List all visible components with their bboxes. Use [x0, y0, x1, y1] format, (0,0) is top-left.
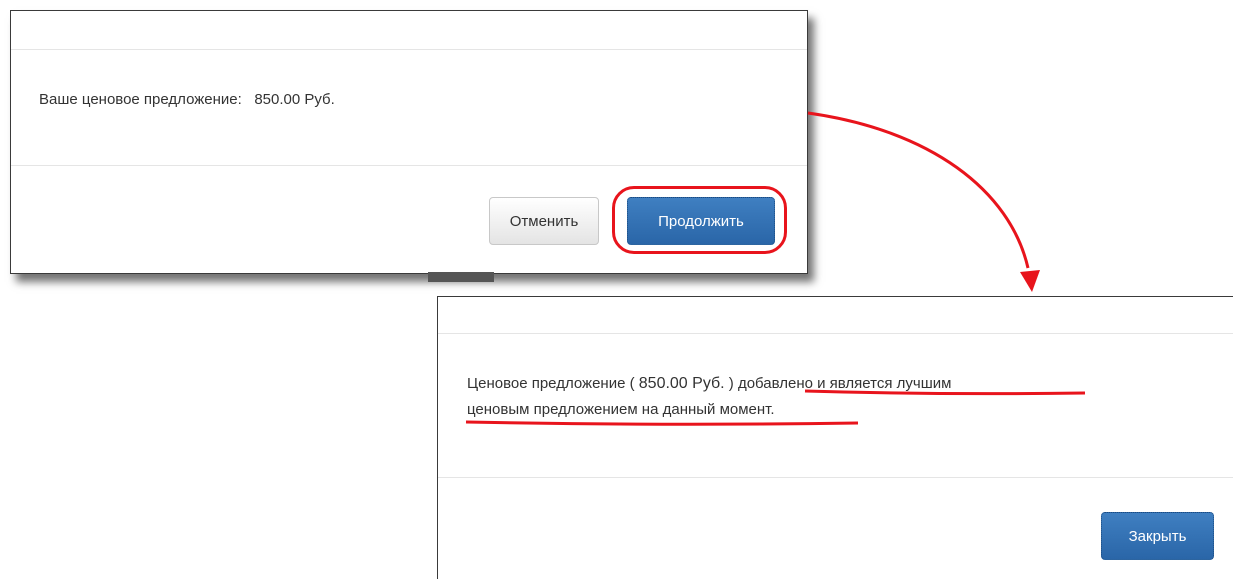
- screenshot-stage: Ваше ценовое предложение: 850.00 Руб. От…: [0, 0, 1233, 579]
- confirmation-dialog-footer-divider: [438, 477, 1233, 478]
- offer-dialog-body: Ваше ценовое предложение: 850.00 Руб.: [39, 91, 335, 108]
- confirmation-suffix-1: ) добавлено и является лучшим: [728, 375, 952, 392]
- background-dark-tab: [428, 272, 494, 282]
- offer-dialog-footer-divider: [11, 165, 807, 166]
- offer-amount: 850.00 Руб.: [254, 91, 335, 108]
- confirmation-amount: 850.00 Руб.: [638, 375, 725, 392]
- annotation-curved-arrow: [807, 111, 1030, 269]
- confirmation-dialog: Ценовое предложение ( 850.00 Руб. ) доба…: [437, 296, 1233, 579]
- annotation-arrow-head: [1020, 270, 1040, 292]
- offer-label: Ваше ценовое предложение:: [39, 91, 242, 108]
- cancel-button[interactable]: Отменить: [489, 197, 599, 245]
- close-button[interactable]: Закрыть: [1101, 512, 1214, 560]
- confirmation-message: Ценовое предложение ( 850.00 Руб. ) доба…: [467, 371, 1117, 423]
- offer-dialog-header: [11, 11, 807, 50]
- confirmation-period: .: [770, 401, 775, 418]
- confirmation-prefix: Ценовое предложение (: [467, 375, 635, 392]
- annotation-highlight-ring: [612, 186, 787, 254]
- confirmation-dialog-header: [438, 297, 1233, 334]
- confirmation-suffix-2: ценовым предложением на данный момент: [467, 401, 771, 418]
